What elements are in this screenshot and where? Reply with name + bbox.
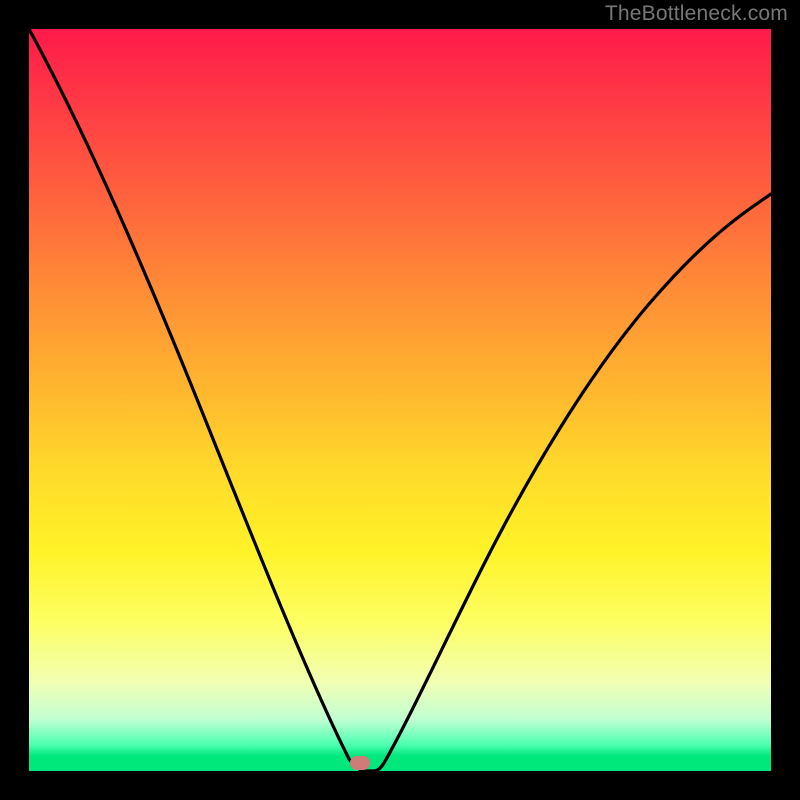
watermark-text: TheBottleneck.com [605, 2, 788, 26]
minimum-marker [350, 756, 370, 770]
plot-area [29, 29, 771, 771]
curve-path [29, 29, 771, 771]
bottleneck-curve [29, 29, 771, 771]
chart-frame: TheBottleneck.com [0, 0, 800, 800]
